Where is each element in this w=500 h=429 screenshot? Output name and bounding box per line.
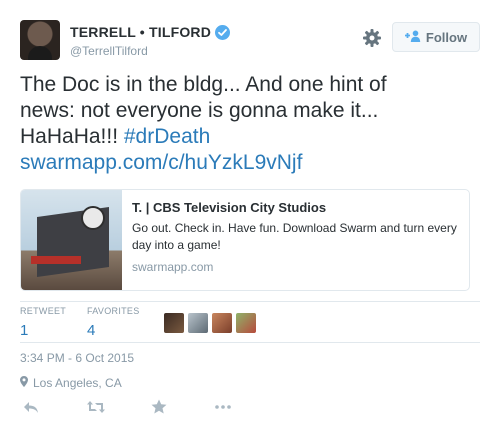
favorites-count[interactable]: 4	[87, 322, 140, 339]
hashtag-link[interactable]: #drDeath	[124, 125, 210, 148]
more-icon[interactable]	[214, 398, 232, 416]
retweet-stat[interactable]: RETWEET 1	[20, 306, 66, 339]
favorites-label: FAVORITES	[87, 306, 140, 316]
favoriter-avatars	[164, 313, 260, 333]
tweet-timestamp[interactable]: 3:34 PM - 6 Oct 2015	[20, 351, 134, 365]
favoriter-avatar[interactable]	[236, 313, 256, 333]
location-pin-icon	[20, 376, 33, 390]
retweet-label: RETWEET	[20, 306, 67, 316]
cbs-eye-logo	[81, 206, 105, 230]
user-handle[interactable]: @TerrellTilford	[70, 44, 148, 58]
divider	[20, 301, 480, 302]
location-label: Los Angeles, CA	[33, 376, 122, 390]
card-description: Go out. Check in. Have fun. Download Swa…	[132, 221, 457, 252]
verified-badge-icon	[215, 24, 231, 40]
tweet-url-link[interactable]: swarmapp.com/c/huYzkL9vNjf	[20, 150, 480, 176]
tweet-line-3-text: HaHaHa!!!	[20, 125, 124, 148]
tweet-line-2: news: not everyone is gonna make it...	[20, 99, 379, 122]
favoriter-avatar[interactable]	[164, 313, 184, 333]
tweet-line-3: HaHaHa!!! #drDeath	[20, 124, 480, 150]
gear-icon[interactable]	[362, 28, 382, 48]
favoriter-avatar[interactable]	[212, 313, 232, 333]
tweet-line-1: The Doc is in the bldg... And one hint o…	[20, 73, 387, 96]
reply-icon[interactable]	[22, 398, 40, 416]
tweet-header: TERRELL • TILFORD @TerrellTilford Follow	[20, 20, 480, 60]
card-thumbnail[interactable]	[21, 190, 122, 290]
display-name[interactable]: TERRELL • TILFORD	[70, 24, 211, 40]
retweet-icon[interactable]	[86, 398, 105, 416]
tweet-location[interactable]: Los Angeles, CA	[20, 376, 122, 390]
divider	[20, 342, 480, 343]
card-title[interactable]: T. | CBS Television City Studios	[132, 200, 462, 215]
tweet-text: The Doc is in the bldg... And one hint o…	[20, 72, 480, 176]
add-person-icon	[404, 30, 421, 45]
card-body: T. | CBS Television City Studios Go out.…	[132, 200, 462, 274]
favoriter-avatar[interactable]	[188, 313, 208, 333]
card-domain: swarmapp.com	[132, 260, 214, 274]
follow-button-label: Follow	[425, 29, 468, 45]
tweet-actions	[20, 398, 260, 418]
follow-button[interactable]: Follow	[392, 22, 480, 52]
favorites-stat[interactable]: FAVORITES 4	[87, 306, 140, 339]
favorite-icon[interactable]	[150, 398, 168, 416]
retweet-count[interactable]: 1	[20, 322, 66, 339]
name-row: TERRELL • TILFORD	[70, 24, 231, 40]
link-card[interactable]: T. | CBS Television City Studios Go out.…	[20, 189, 470, 291]
card-thumbnail-awning	[31, 256, 81, 264]
avatar[interactable]	[20, 20, 60, 60]
